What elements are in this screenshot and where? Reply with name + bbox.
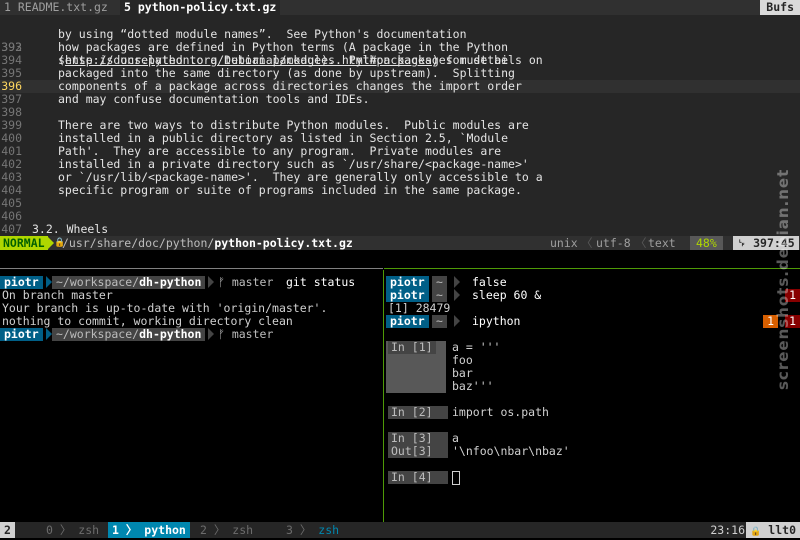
prompt-user: piotr — [386, 315, 429, 328]
tab-readme[interactable]: 1 README.txt.gz — [4, 0, 108, 15]
tab-python-policy[interactable]: 5 python-policy.txt.gz — [120, 0, 281, 15]
editor-line: by using “dotted module names”. See Pyth… — [58, 27, 467, 41]
file-type: text — [648, 236, 676, 250]
watermark: screenshots.debian.net — [774, 168, 792, 390]
prompt-command: ipython — [472, 314, 521, 328]
vim-editor[interactable]: by using “dotted module names”. See Pyth… — [0, 15, 800, 236]
ipython-code: import os.path — [452, 405, 549, 419]
window-tab-3[interactable]: 3 〉 zsh — [286, 522, 339, 538]
mode-separator — [47, 236, 54, 250]
file-format: unix — [550, 236, 578, 250]
prompt-command: git status — [286, 275, 356, 289]
session-indicator: 2 — [0, 522, 15, 538]
clock: 23:16 — [710, 523, 745, 537]
file-name: python-policy.txt.gz — [214, 236, 353, 250]
vim-tabline: 1 README.txt.gz 5 python-policy.txt.gz B… — [0, 0, 800, 15]
ipython-in-label: In [2] — [388, 406, 448, 419]
window-tab-1[interactable]: 1 〉 python — [108, 522, 190, 538]
hostname: 🔒 llt0 — [746, 522, 800, 538]
pane-separator-active — [384, 268, 800, 269]
window-tab-2[interactable]: 2 〉 zsh — [200, 522, 253, 538]
prompt-user: piotr — [0, 328, 43, 341]
prompt-directory: ~ — [432, 315, 447, 328]
ipython-code: baz''' — [452, 379, 494, 393]
scroll-percent: 48% — [690, 236, 723, 250]
ipython-in-label: In [4] — [388, 471, 448, 484]
vim-statusline: NORMAL 🔒 /usr/share/doc/python/python-po… — [0, 236, 800, 250]
pane-separator — [0, 268, 383, 269]
terminal-cursor[interactable] — [452, 471, 460, 485]
prompt-directory: ~/workspace/dh-python — [52, 328, 206, 341]
ipython-out-label: Out[3] — [388, 445, 448, 458]
lock-icon: 🔒 — [750, 527, 762, 537]
tmux-pane-left[interactable]: piotr ~/workspace/dh-python ᚠ master git… — [0, 270, 383, 522]
file-encoding: utf-8 — [596, 236, 631, 250]
ipython-in-label: In [1] — [388, 341, 436, 354]
tmux-pane-right[interactable]: piotr ~ false 1 piotr ~ sleep 60 & [1] 2… — [384, 270, 800, 522]
prompt-command: sleep 60 & — [472, 288, 542, 302]
bufs-indicator: Bufs — [760, 0, 800, 15]
window-tab-0[interactable]: 0 〉 zsh — [46, 522, 99, 538]
file-path: /usr/share/doc/python/python-policy.txt.… — [62, 236, 353, 250]
prompt-git-branch: ᚠ master — [218, 327, 274, 341]
mode-indicator: NORMAL — [0, 236, 48, 250]
tmux-status-bar: 2 0 〉 zsh 1 〉 python 2 〉 zsh 3 〉 zsh 23:… — [0, 522, 800, 538]
prompt-git-branch: ᚠ master — [218, 275, 274, 289]
ipython-output: '\nfoo\nbar\nbaz' — [452, 444, 570, 458]
